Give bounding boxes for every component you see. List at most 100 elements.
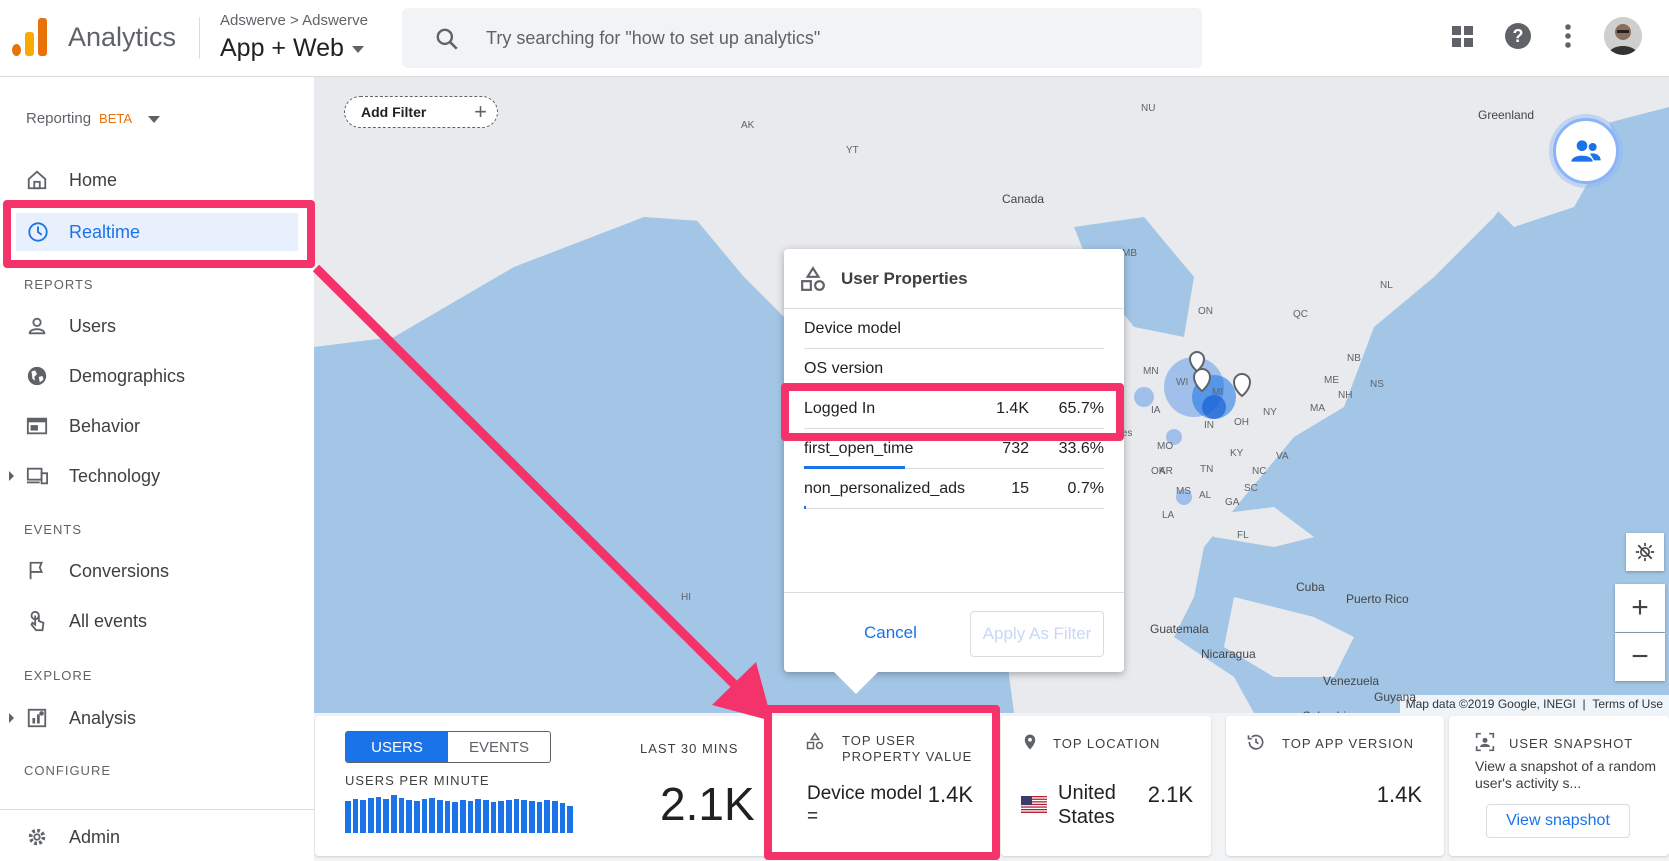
minute-bar xyxy=(567,805,574,833)
sidebar-item-label: Home xyxy=(69,169,118,190)
minute-bar xyxy=(360,800,367,833)
minute-bar xyxy=(383,799,390,833)
section-configure: CONFIGURE xyxy=(24,763,111,778)
realtime-highlight xyxy=(3,200,315,268)
map-credit: Map data ©2019 Google, INEGI | Terms of … xyxy=(1399,695,1669,713)
web-page-icon xyxy=(25,414,49,438)
globe-icon xyxy=(25,364,49,388)
sidebar-divider xyxy=(0,809,314,810)
minute-bar xyxy=(406,800,413,833)
minute-bar xyxy=(398,798,405,833)
history-icon xyxy=(1247,734,1264,750)
property-row[interactable]: Device model xyxy=(804,309,1104,349)
apps-grid-icon[interactable] xyxy=(1452,26,1474,48)
minute-bar xyxy=(437,800,443,833)
minute-bar xyxy=(452,802,459,833)
property-name: Device model xyxy=(804,320,901,337)
chevron-down-icon xyxy=(351,45,364,53)
users-per-minute-label: USERS PER MINUTE xyxy=(345,773,490,788)
sidebar-item-technology[interactable]: Technology xyxy=(0,454,314,498)
chevron-down-icon xyxy=(148,115,161,123)
popup-header: User Properties xyxy=(784,249,1124,309)
person-icon xyxy=(25,314,49,338)
users-card: USERS EVENTS USERS PER MINUTE LAST 30 MI… xyxy=(315,716,768,856)
people-icon xyxy=(1571,140,1601,162)
snapshot-icon xyxy=(1475,732,1495,752)
top-app-version-value: 1.4K xyxy=(1376,782,1422,807)
section-explore: EXPLORE xyxy=(24,668,93,683)
sidebar-item-admin[interactable]: Admin xyxy=(0,815,314,859)
zoom-in-button[interactable]: + xyxy=(1615,584,1665,632)
sidebar-item-home[interactable]: Home xyxy=(0,158,314,202)
property-name: first_open_time xyxy=(804,440,914,457)
property-selector[interactable]: App + Web xyxy=(220,34,364,63)
view-snapshot-button[interactable]: View snapshot xyxy=(1486,804,1630,838)
avatar[interactable] xyxy=(1604,17,1642,55)
minute-bar xyxy=(391,795,397,833)
beta-badge: BETA xyxy=(99,111,133,126)
minute-bar xyxy=(552,801,558,833)
sidebar-item-all-events[interactable]: All events xyxy=(0,599,314,643)
sidebar-item-label: Users xyxy=(69,315,117,336)
sidebar-item-label: Conversions xyxy=(69,560,170,581)
divider xyxy=(199,17,200,59)
sidebar-item-behavior[interactable]: Behavior xyxy=(0,404,314,448)
users-per-minute-chart[interactable] xyxy=(345,795,574,833)
flag-icon xyxy=(25,559,49,583)
sidebar-item-label: Behavior xyxy=(69,415,141,436)
reporting-selector[interactable]: Reporting BETA xyxy=(26,110,161,127)
minute-bar xyxy=(513,799,520,833)
analytics-logo[interactable] xyxy=(12,18,48,56)
sidebar-item-users[interactable]: Users xyxy=(0,304,314,348)
property-percent: 0.7% xyxy=(1067,480,1104,497)
property-row[interactable]: non_personalized_ads 15 0.7% xyxy=(804,469,1104,509)
sidebar-item-demographics[interactable]: Demographics xyxy=(0,354,314,398)
property-name: non_personalized_ads xyxy=(804,480,966,497)
terms-of-use-link[interactable]: Terms of Use xyxy=(1592,697,1663,711)
minute-bar xyxy=(475,799,482,833)
user-snapshot-card: USER SNAPSHOT View a snapshot of a rando… xyxy=(1449,716,1669,856)
last-30-mins-label: LAST 30 MINS xyxy=(640,741,739,756)
map-style-toggle[interactable] xyxy=(1626,533,1664,571)
search-box[interactable] xyxy=(402,8,1202,68)
minute-bar xyxy=(429,798,436,833)
top-location-title: TOP LOCATION xyxy=(1053,736,1161,751)
top-app-version-card[interactable]: TOP APP VERSION 1.4K xyxy=(1226,716,1444,856)
us-flag-icon xyxy=(1021,796,1047,813)
svg-text:?: ? xyxy=(1513,26,1524,46)
zoom-out-button[interactable]: − xyxy=(1615,633,1665,681)
expand-arrow-icon[interactable] xyxy=(9,471,14,481)
search-input[interactable] xyxy=(486,22,1166,54)
help-icon[interactable]: ? xyxy=(1504,22,1532,50)
sidebar-item-conversions[interactable]: Conversions xyxy=(0,549,314,593)
minute-bar xyxy=(559,803,566,833)
top-location-name: United States xyxy=(1058,781,1116,829)
breadcrumb[interactable]: Adswerve > Adswerve xyxy=(220,12,368,29)
property-share-bar xyxy=(804,506,807,509)
users-events-toggle[interactable]: USERS EVENTS xyxy=(345,731,551,763)
property-count: 15 xyxy=(1011,480,1029,497)
more-vert-icon[interactable] xyxy=(1564,22,1572,50)
reporting-label: Reporting xyxy=(26,110,92,127)
top-location-card[interactable]: TOP LOCATION United States 2.1K xyxy=(1001,716,1211,856)
minute-bar xyxy=(498,801,505,833)
minute-bar xyxy=(483,800,489,833)
minute-bar xyxy=(352,799,359,833)
apply-as-filter-button[interactable]: Apply As Filter xyxy=(970,611,1104,657)
property-percent: 33.6% xyxy=(1058,440,1104,457)
plus-icon: + xyxy=(1631,591,1649,624)
minute-bar xyxy=(444,801,451,833)
minute-bar xyxy=(529,801,535,833)
expand-arrow-icon[interactable] xyxy=(9,713,14,723)
audience-button[interactable] xyxy=(1553,118,1619,184)
sidebar-item-analysis[interactable]: Analysis xyxy=(0,696,314,740)
events-tab[interactable]: EVENTS xyxy=(448,732,550,762)
minute-bar xyxy=(460,800,466,833)
devices-icon xyxy=(25,464,49,488)
users-tab[interactable]: USERS xyxy=(346,732,448,762)
cancel-button[interactable]: Cancel xyxy=(864,623,917,643)
minute-bar xyxy=(536,802,543,833)
top-location-value: 2.1K xyxy=(1147,782,1193,807)
sidebar: Reporting BETA Home Realtime REPORTS User… xyxy=(0,77,314,861)
add-filter-button[interactable]: Add Filter + xyxy=(344,96,498,128)
